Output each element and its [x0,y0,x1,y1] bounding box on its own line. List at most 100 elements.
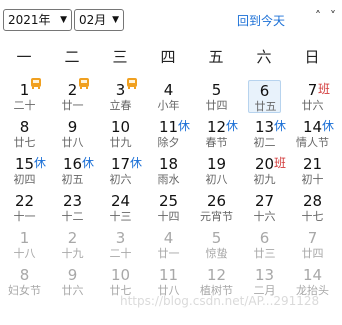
holiday-badge: 休 [130,156,143,170]
month-select[interactable]: 02月 ▼ [74,9,124,31]
day-number: 6 [259,82,270,100]
lunar-date: 二十 [13,99,36,112]
weekday-header-row: 一二三四五六日 [0,46,342,70]
day-cell[interactable]: 14 龙抬头 [296,265,329,298]
day-cell[interactable]: 1 十八 [8,228,41,261]
day-cell[interactable]: 19 初八 [200,154,233,187]
lunar-date: 十一 [13,210,36,223]
lunar-date: 龙抬头 [296,284,329,297]
day-number: 1 [19,229,30,247]
calendar-header: 2021年 ▼ 02月 ▼ 回到今天 ˄ ˅ [3,9,339,33]
lunar-date: 廿七 [109,284,132,297]
weekday-label: 六 [256,48,272,66]
month-select-value: 02月 [79,13,107,27]
day-number: 9 [67,118,78,136]
workday-badge: 班 [318,82,331,96]
day-cell[interactable]: 10 廿九 [104,117,137,150]
lunar-date: 十四 [157,210,180,223]
day-cell[interactable]: 28 十七 [296,191,329,224]
day-cell[interactable]: 26 元宵节 [200,191,233,224]
day-cell[interactable]: 11 除夕休 [152,117,191,150]
day-cell[interactable]: 25 十四 [152,191,185,224]
day-cell[interactable]: 22 十一 [8,191,41,224]
lunar-date: 初六 [109,173,132,186]
day-cell-today[interactable]: 6 廿五 [248,80,281,113]
lunar-date: 廿六 [301,99,324,112]
day-cell[interactable]: 24 十三 [104,191,137,224]
day-cell[interactable]: 11 廿八 [152,265,185,298]
day-cell[interactable]: 5 廿四 [200,80,233,113]
day-cell[interactable]: 16 初五休 [56,154,95,187]
lunar-date: 十七 [301,210,324,223]
day-number: 5 [211,229,222,247]
day-number: 22 [14,192,35,210]
lunar-date: 元宵节 [200,210,233,223]
lunar-date: 廿九 [109,136,132,149]
lunar-date: 二月 [253,284,276,297]
day-cell[interactable]: 14 情人节休 [296,117,334,150]
day-cell[interactable]: 12 春节休 [200,117,239,150]
next-month-chevron-down-icon[interactable]: ˅ [330,9,336,23]
day-cell[interactable]: 15 初四休 [8,154,47,187]
year-select[interactable]: 2021年 ▼ [3,9,72,31]
day-cell[interactable]: 3 二十 [104,228,137,261]
day-number: 19 [206,155,227,173]
day-cell[interactable]: 7 廿六班 [296,80,331,113]
day-cell[interactable]: 27 十六 [248,191,281,224]
holiday-badge: 休 [322,119,335,133]
back-to-today-link[interactable]: 回到今天 [237,12,285,29]
day-cell[interactable]: 23 十二 [56,191,89,224]
lunar-date: 立春 [109,99,132,112]
day-cell[interactable]: 8 妇女节 [8,265,41,298]
day-number: 26 [206,192,227,210]
lunar-date: 十九 [61,247,84,260]
day-cell[interactable]: 10 廿七 [104,265,137,298]
day-cell[interactable]: 7 廿四 [296,228,329,261]
lunar-date: 小年 [157,99,180,112]
day-cell[interactable]: 3 立春 [104,78,137,113]
prev-month-chevron-up-icon[interactable]: ˄ [315,9,321,23]
day-number: 25 [158,192,179,210]
lunar-date: 初四 [13,173,36,186]
lunar-date: 廿四 [301,247,324,260]
day-number: 21 [302,155,323,173]
lunar-date: 初九 [253,173,276,186]
day-number: 14 [302,266,323,284]
day-number: 10 [110,266,131,284]
lunar-date: 廿一 [157,247,180,260]
day-cell[interactable]: 8 廿七 [8,117,41,150]
day-number: 12 [206,266,227,284]
weekday-label: 日 [304,48,320,66]
day-cell[interactable]: 1 二十 [8,78,41,113]
day-cell[interactable]: 5 惊蛰 [200,228,233,261]
lunar-date: 情人节 [296,136,329,149]
day-cell[interactable]: 13 初二休 [248,117,287,150]
weekday-label: 四 [160,48,176,66]
day-cell[interactable]: 18 雨水 [152,154,185,187]
day-number: 8 [19,118,30,136]
weekday-label: 五 [208,48,224,66]
lunar-date: 廿七 [13,136,36,149]
day-cell[interactable]: 12 植树节 [200,265,233,298]
tv-icon [127,78,137,89]
day-cell[interactable]: 2 十九 [56,228,89,261]
day-cell[interactable]: 4 廿一 [152,228,185,261]
day-cell[interactable]: 13 二月 [248,265,281,298]
chevron-down-icon: ▼ [60,15,67,25]
day-cell[interactable]: 9 廿八 [56,117,89,150]
day-cell[interactable]: 4 小年 [152,80,185,113]
holiday-badge: 休 [34,156,47,170]
lunar-date: 春节 [205,136,228,149]
day-cell[interactable]: 6 廿三 [248,228,281,261]
lunar-date: 初五 [61,173,84,186]
day-cell[interactable]: 2 廿一 [56,78,89,113]
day-cell[interactable]: 21 初十 [296,154,329,187]
lunar-date: 廿六 [61,284,84,297]
day-cell[interactable]: 17 初六休 [104,154,143,187]
workday-badge: 班 [274,156,287,170]
lunar-date: 初二 [253,136,276,149]
day-cell[interactable]: 20 初九班 [248,154,287,187]
day-cell[interactable]: 9 廿六 [56,265,89,298]
chevron-down-icon: ▼ [112,15,119,25]
day-number: 13 [254,266,275,284]
